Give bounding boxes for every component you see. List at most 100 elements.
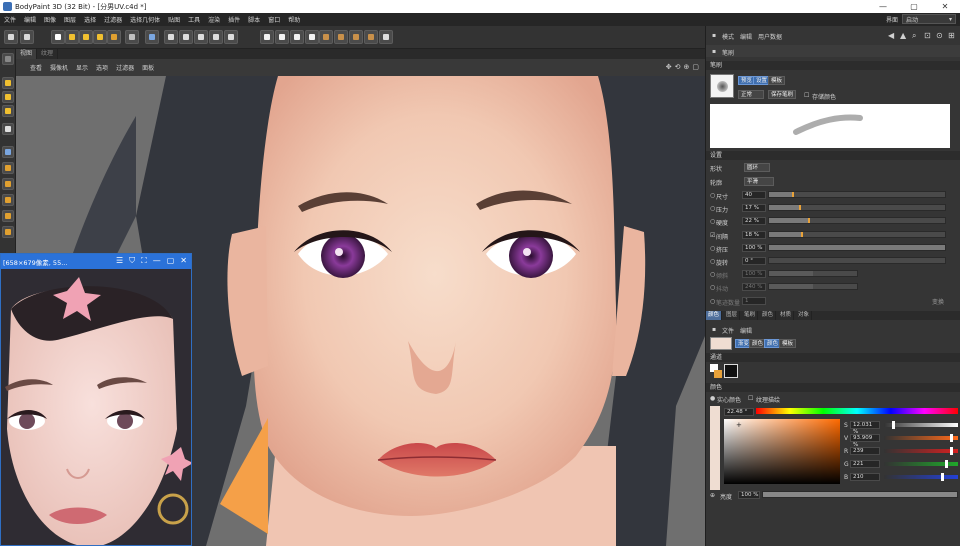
color-r-value[interactable]: 239: [850, 447, 880, 455]
magic-wand-button[interactable]: [2, 123, 14, 135]
search-icon[interactable]: ⌕: [912, 31, 916, 41]
vp-menu-camera[interactable]: 摄像机: [46, 63, 72, 72]
menu-select[interactable]: 选择: [80, 15, 100, 24]
tab-brushes[interactable]: 笔刷: [742, 311, 759, 320]
coordinate-button[interactable]: [125, 30, 139, 44]
tab-edit[interactable]: 编辑: [740, 32, 752, 41]
select-tool-button[interactable]: [2, 77, 14, 89]
param-pressure-value[interactable]: 17 %: [742, 204, 766, 213]
color-menu-file[interactable]: 文件: [722, 326, 734, 335]
template-mode-button[interactable]: 模板: [779, 339, 797, 348]
render-button[interactable]: [224, 30, 238, 44]
save-brush-button[interactable]: 保存笔刷: [768, 90, 797, 99]
vp-menu-view[interactable]: 查看: [26, 63, 46, 72]
slider-knob[interactable]: [941, 473, 944, 481]
param-rotation-checkbox[interactable]: ○: [710, 258, 715, 265]
pattern-c-button[interactable]: [290, 30, 304, 44]
menu-plugins[interactable]: 插件: [224, 15, 244, 24]
redo-button[interactable]: [20, 30, 34, 44]
current-color-swatch[interactable]: [710, 337, 732, 350]
param-hardness-value[interactable]: 22 %: [742, 217, 766, 226]
param-tilt-checkbox[interactable]: ○: [710, 271, 715, 278]
brush-tip-preview[interactable]: [710, 74, 734, 98]
pattern-d-button[interactable]: [305, 30, 319, 44]
cube-b-button[interactable]: [334, 30, 348, 44]
lasso-tool-button[interactable]: [2, 91, 14, 103]
menu-image[interactable]: 图像: [40, 15, 60, 24]
menu-filter[interactable]: 过滤器: [100, 15, 126, 24]
swap-colors-icon[interactable]: [710, 364, 722, 378]
param-jitter-slider[interactable]: [768, 283, 858, 291]
param-spacing-slider[interactable]: [768, 230, 946, 238]
new-panel-icon[interactable]: ⊞: [948, 31, 955, 40]
param-rotation-slider[interactable]: [768, 257, 946, 264]
undo-button[interactable]: [4, 30, 18, 44]
param-size-value[interactable]: 40: [742, 191, 766, 199]
param-jitter-checkbox[interactable]: ○: [710, 284, 715, 291]
menu-texture[interactable]: 贴图: [164, 15, 184, 24]
texture-paint-checkbox[interactable]: ☐: [748, 395, 753, 402]
hue-value[interactable]: 22.48 °: [724, 408, 754, 416]
pattern-b-button[interactable]: [275, 30, 289, 44]
gradient-tool-button[interactable]: [2, 226, 14, 238]
rotate-view-icon[interactable]: ⟲: [675, 63, 681, 71]
smudge-tool-button[interactable]: [2, 194, 14, 206]
tab-objects[interactable]: 对象: [796, 311, 813, 320]
tab-layers[interactable]: 图层: [724, 311, 741, 320]
vp-menu-panel[interactable]: 面板: [138, 63, 158, 72]
close-icon[interactable]: ✕: [180, 256, 187, 266]
menu-file[interactable]: 文件: [0, 15, 20, 24]
color-b-value[interactable]: 210: [850, 473, 880, 481]
param-hardness-slider[interactable]: [768, 217, 946, 225]
solid-color-radio[interactable]: ●: [710, 395, 715, 402]
param-pressure-checkbox[interactable]: ○: [710, 205, 715, 212]
vary-toggle[interactable]: 变换: [932, 297, 944, 306]
blend-mode-select[interactable]: 正常: [738, 90, 764, 99]
uv-edges-button[interactable]: [179, 30, 193, 44]
tab-user-data[interactable]: 用户数据: [758, 32, 782, 41]
move-tool-button[interactable]: [65, 30, 79, 44]
param-squeeze-value[interactable]: 100 %: [742, 243, 766, 252]
menu-render[interactable]: 渲染: [204, 15, 224, 24]
param-tilt-slider[interactable]: [768, 270, 858, 278]
minimize-icon[interactable]: —: [153, 256, 161, 266]
color-g-slider[interactable]: [884, 460, 958, 468]
color-s-slider[interactable]: [884, 421, 958, 429]
scale-tool-button[interactable]: [79, 30, 93, 44]
maximize-button[interactable]: ▢: [900, 0, 928, 13]
close-button[interactable]: ✕: [931, 0, 959, 13]
menu-select-geometry[interactable]: 选择几何体: [126, 15, 164, 24]
menu-edit[interactable]: 编辑: [20, 15, 40, 24]
param-stroke-count-checkbox[interactable]: ○: [710, 298, 715, 305]
uv-mesh-button[interactable]: [209, 30, 223, 44]
slider-knob[interactable]: [950, 434, 953, 442]
rotate-tool-button[interactable]: [93, 30, 107, 44]
slider-knob[interactable]: [950, 447, 953, 455]
param-spacing-value[interactable]: 18 %: [742, 230, 766, 239]
brightness-slider[interactable]: [762, 491, 958, 498]
lock-icon[interactable]: ⊡: [924, 31, 931, 40]
param-squeeze-checkbox[interactable]: ○: [710, 245, 715, 252]
store-color-checkbox[interactable]: ☐: [804, 92, 809, 99]
hue-slider[interactable]: [756, 408, 958, 414]
uv-points-button[interactable]: [164, 30, 178, 44]
uv-polygons-button[interactable]: [194, 30, 208, 44]
clone-tool-button[interactable]: [2, 162, 14, 174]
paint-mode-button[interactable]: [145, 30, 159, 44]
tab-materials[interactable]: 材质: [778, 311, 795, 320]
param-hardness-checkbox[interactable]: ○: [710, 218, 715, 225]
menu-script[interactable]: 脚本: [244, 15, 264, 24]
live-select-button[interactable]: [51, 30, 65, 44]
pattern-a-button[interactable]: [260, 30, 274, 44]
param-pressure-slider[interactable]: [768, 204, 946, 212]
settings-icon[interactable]: ⊙: [936, 31, 943, 40]
panel-toggle-icon[interactable]: ▪: [712, 32, 716, 39]
cube-a-button[interactable]: [319, 30, 333, 44]
reference-window-titlebar[interactable]: [658×679像素, 55... ☰ ⛉ ⛶ — ▢ ✕: [1, 254, 191, 269]
param-jitter-value[interactable]: 240 %: [742, 283, 766, 292]
pin-icon[interactable]: ⛉: [129, 256, 135, 266]
display-button[interactable]: [379, 30, 393, 44]
tab-view[interactable]: 视图: [16, 49, 38, 59]
vp-menu-filter[interactable]: 过滤器: [112, 63, 138, 72]
up-arrow-icon[interactable]: ▲: [900, 31, 906, 40]
